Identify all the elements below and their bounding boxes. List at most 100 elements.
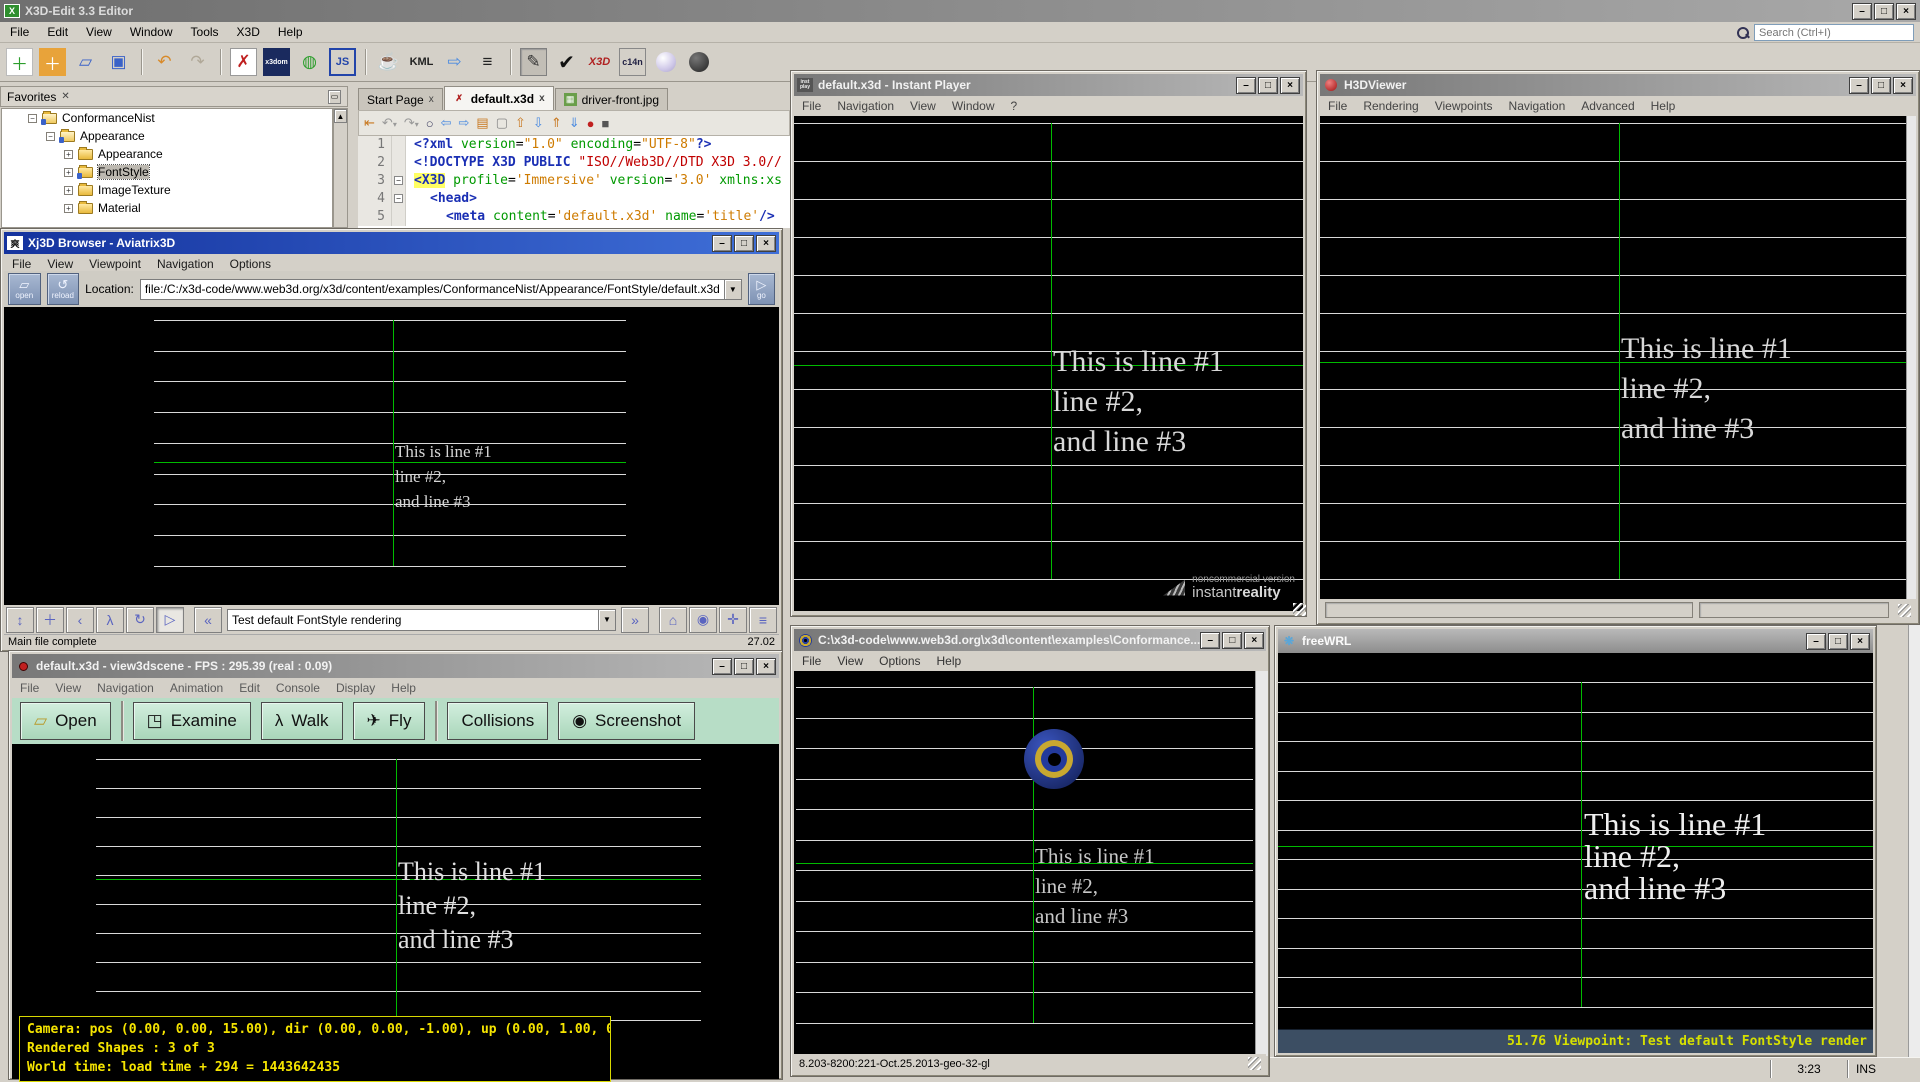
- x3d-validate-icon[interactable]: ✗: [230, 48, 257, 76]
- menu-options[interactable]: Options: [879, 654, 920, 668]
- menu-options[interactable]: Options: [230, 257, 271, 271]
- xj3d-titlebar[interactable]: 爽 Xj3D Browser - Aviatrix3D – □ ×: [4, 232, 779, 254]
- open-button[interactable]: ▱ Open: [20, 702, 111, 740]
- tree-item[interactable]: −Appearance: [2, 127, 332, 145]
- viewpoint-previous-icon[interactable]: «: [194, 607, 222, 633]
- instant-titlebar[interactable]: instplay default.x3d - Instant Player – …: [794, 74, 1303, 96]
- resize-grip[interactable]: [1248, 1057, 1261, 1070]
- view3dscene-titlebar[interactable]: default.x3d - view3dscene - FPS : 295.39…: [12, 654, 779, 678]
- menu-view[interactable]: View: [86, 25, 112, 39]
- minimize-button[interactable]: –: [712, 658, 732, 675]
- xj3d-viewport[interactable]: This is line #1line #2,and line #3: [4, 307, 779, 605]
- minimize-button[interactable]: –: [1852, 3, 1872, 20]
- menu-help[interactable]: Help: [391, 681, 416, 695]
- collapse-panel-icon[interactable]: ▭: [328, 90, 341, 104]
- openvrml-scrollbar[interactable]: [1255, 671, 1268, 1056]
- code-line[interactable]: 1<?xml version="1.0" encoding="UTF-8"?>: [358, 136, 790, 154]
- redo-icon[interactable]: ↷: [184, 48, 211, 76]
- nav-tilt-icon[interactable]: ‹: [66, 607, 94, 633]
- menu-help[interactable]: Help: [278, 25, 303, 39]
- fit-world-icon[interactable]: ✛: [719, 607, 747, 633]
- sphere-light-icon[interactable]: [652, 48, 679, 76]
- forward-icon[interactable]: ↷▾: [404, 115, 419, 131]
- location-combo[interactable]: file:/C:/x3d-code/www.web3d.org/x3d/cont…: [140, 279, 742, 300]
- menu-animation[interactable]: Animation: [170, 681, 223, 695]
- transform-arrow-icon[interactable]: ⇨: [441, 48, 468, 76]
- menu-display[interactable]: Display: [336, 681, 375, 695]
- open-file-icon[interactable]: ▱: [72, 48, 99, 76]
- tree-item-label[interactable]: Material: [98, 201, 141, 215]
- menu-file[interactable]: File: [20, 681, 39, 695]
- last-edit-icon[interactable]: ⇤: [364, 115, 375, 131]
- search-input[interactable]: [1754, 24, 1914, 41]
- undo-icon[interactable]: ↶: [151, 48, 178, 76]
- menu-file[interactable]: File: [12, 257, 31, 271]
- resize-grip[interactable]: [1293, 603, 1306, 616]
- code-line[interactable]: 2<!DOCTYPE X3D PUBLIC "ISO//Web3D//DTD X…: [358, 154, 790, 172]
- openvrml-titlebar[interactable]: C:\x3d-code\www.web3d.org\x3d\content\ex…: [794, 629, 1266, 651]
- favorites-tree[interactable]: −ConformanceNist−Appearance+Appearance+F…: [1, 108, 333, 228]
- close-button[interactable]: ×: [756, 235, 776, 252]
- code-line[interactable]: 3−<X3D profile='Immersive' version='3.0'…: [358, 172, 790, 190]
- c14n-icon[interactable]: c14n: [619, 48, 646, 76]
- minimize-button[interactable]: –: [1849, 77, 1869, 94]
- pretty-print-icon[interactable]: ≡: [474, 48, 501, 76]
- expand-icon[interactable]: +: [64, 150, 73, 159]
- close-button[interactable]: ×: [1896, 3, 1916, 20]
- menu-window[interactable]: Window: [130, 25, 173, 39]
- menu-view[interactable]: View: [47, 257, 73, 271]
- tree-item[interactable]: +Material: [2, 199, 332, 217]
- menu-edit[interactable]: Edit: [239, 681, 260, 695]
- find-next-icon[interactable]: ⇨: [459, 115, 470, 131]
- nav-fly-icon[interactable]: ↕: [6, 607, 34, 633]
- menu-view[interactable]: View: [837, 654, 863, 668]
- tree-item[interactable]: +Appearance: [2, 145, 332, 163]
- menu-help[interactable]: Help: [937, 654, 962, 668]
- menu-file[interactable]: File: [802, 654, 821, 668]
- menu-x3d[interactable]: X3D: [237, 25, 260, 39]
- dropdown-arrow-icon[interactable]: ▼: [598, 610, 615, 630]
- close-button[interactable]: ×: [1280, 77, 1300, 94]
- examine-button[interactable]: ◳ Examine: [133, 702, 251, 740]
- h3d-scrollbar[interactable]: [1906, 116, 1916, 601]
- maximize-button[interactable]: □: [734, 658, 754, 675]
- menu-help[interactable]: ?: [1011, 99, 1018, 113]
- tree-item-label[interactable]: FontStyle: [98, 165, 149, 179]
- tab-close-icon[interactable]: x: [429, 94, 434, 105]
- search-icon[interactable]: [1736, 26, 1750, 40]
- tree-item[interactable]: +ImageTexture: [2, 181, 332, 199]
- menu-window[interactable]: Window: [952, 99, 995, 113]
- nav-walk-icon[interactable]: λ: [96, 607, 124, 633]
- viewpoint-next-icon[interactable]: »: [621, 607, 649, 633]
- tab-start-page[interactable]: Start Pagex: [358, 88, 443, 110]
- minimize-button[interactable]: –: [1236, 77, 1256, 94]
- viewpoint-list-icon[interactable]: ≡: [749, 607, 777, 633]
- viewpoint-value[interactable]: Test default FontStyle rendering: [228, 613, 598, 627]
- move-up-icon[interactable]: ⇑: [551, 115, 562, 131]
- minimize-button[interactable]: –: [1806, 633, 1826, 650]
- lookat-icon[interactable]: ◉: [689, 607, 717, 633]
- fly-button[interactable]: ✈ Fly: [353, 702, 426, 740]
- menu-edit[interactable]: Edit: [47, 25, 68, 39]
- menu-tools[interactable]: Tools: [191, 25, 219, 39]
- collapse-icon[interactable]: −: [28, 114, 37, 123]
- location-value[interactable]: file:/C:/x3d-code/www.web3d.org/x3d/cont…: [141, 282, 724, 296]
- menu-help[interactable]: Help: [1651, 99, 1676, 113]
- openvrml-viewport[interactable]: This is line #1line #2,and line #3: [794, 671, 1255, 1056]
- tab-driver-front[interactable]: ▦ driver-front.jpg: [555, 88, 668, 110]
- maximize-button[interactable]: □: [1828, 633, 1848, 650]
- menu-console[interactable]: Console: [276, 681, 320, 695]
- code-editor[interactable]: 1<?xml version="1.0" encoding="UTF-8"?>2…: [358, 136, 790, 228]
- globe-icon[interactable]: ◍: [296, 48, 323, 76]
- favorites-close-icon[interactable]: ✕: [61, 91, 69, 102]
- tab-close-icon[interactable]: x: [539, 93, 545, 104]
- shift-down-icon[interactable]: ⇩: [533, 115, 544, 131]
- maximize-button[interactable]: □: [1258, 77, 1278, 94]
- x3d-logo-icon[interactable]: X3D: [586, 48, 613, 76]
- record-macro-icon[interactable]: ●: [587, 116, 595, 131]
- walk-button[interactable]: λ Walk: [261, 702, 343, 740]
- minimize-button[interactable]: –: [1200, 632, 1220, 649]
- h3d-titlebar[interactable]: H3DViewer – □ ×: [1320, 74, 1916, 96]
- x3dom-icon[interactable]: x3dom: [263, 48, 290, 76]
- collisions-button[interactable]: Collisions: [447, 702, 548, 740]
